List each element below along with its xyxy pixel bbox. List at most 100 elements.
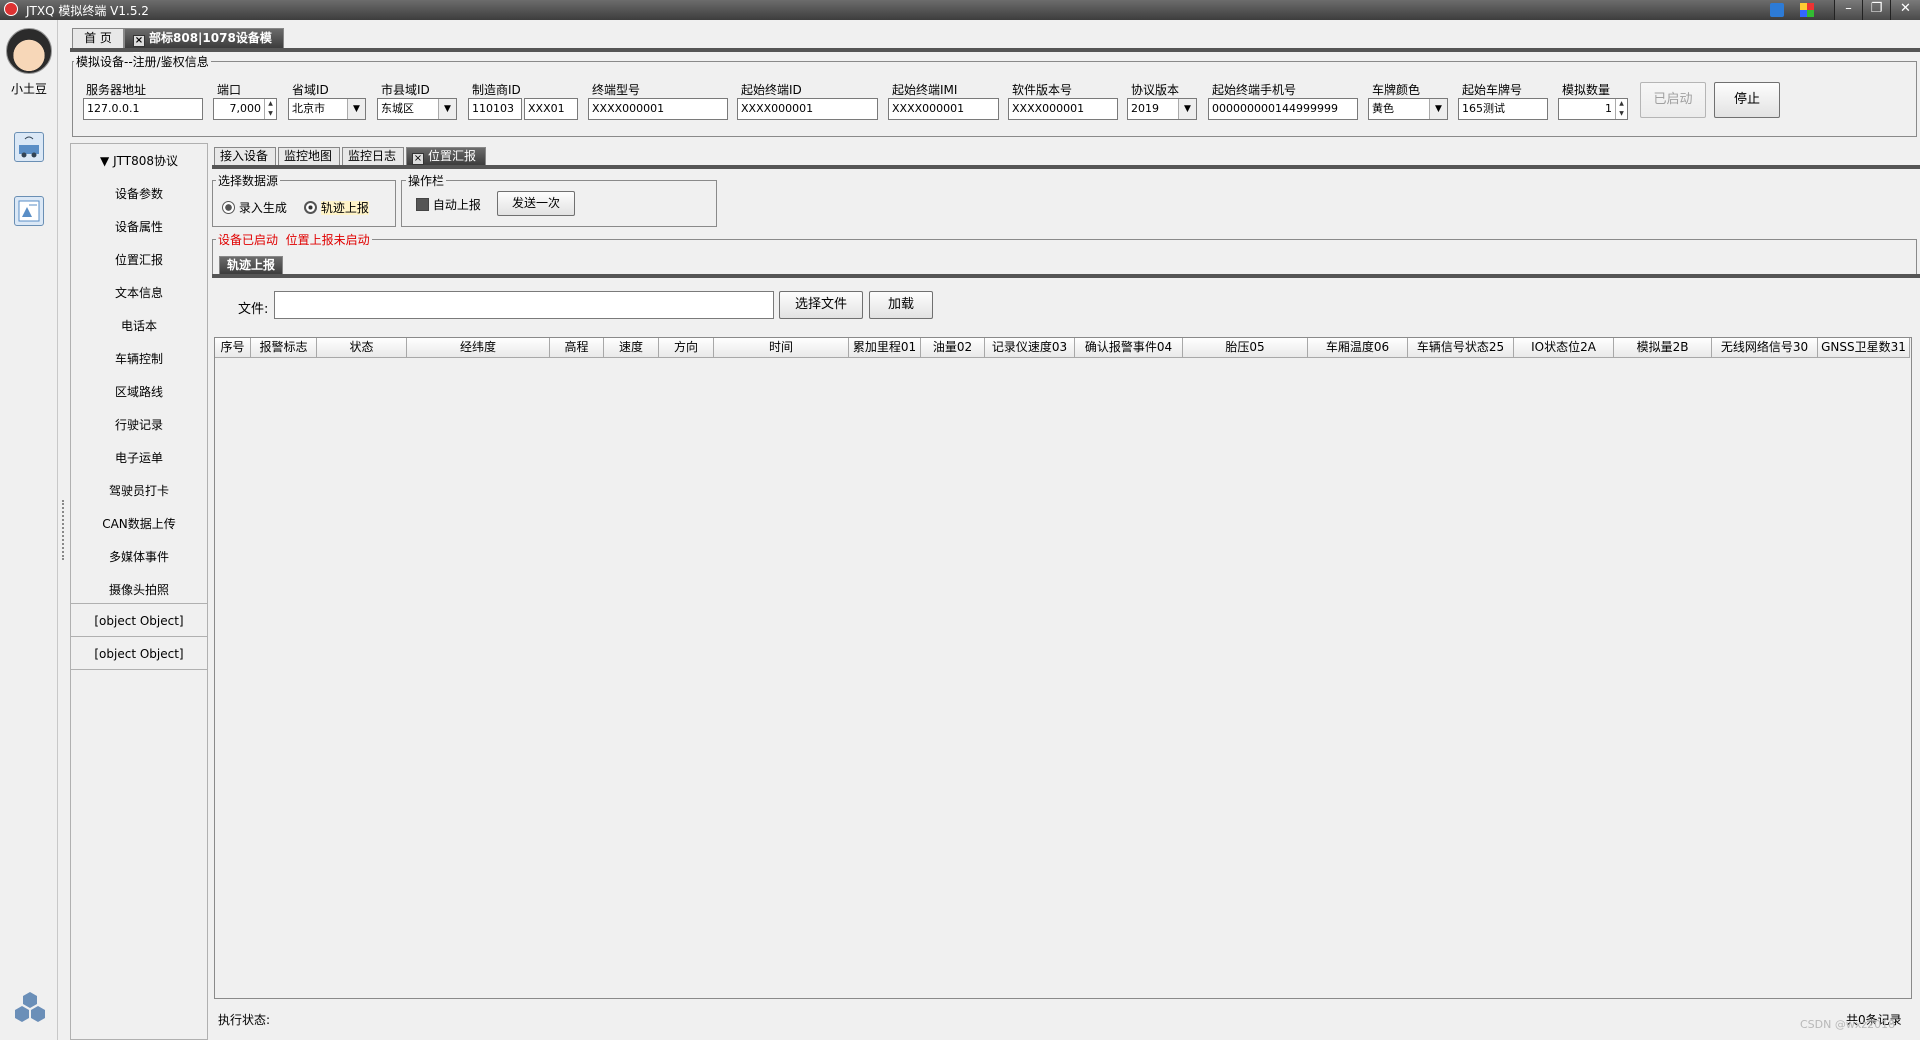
- tab-close-icon[interactable]: ×: [412, 153, 424, 165]
- track-data-table[interactable]: 序号 报警标志 状态 经纬度 高程 速度 方向 时间 累加里程01 油量02 记…: [214, 337, 1912, 999]
- phone-input[interactable]: 000000000144999999: [1208, 98, 1358, 120]
- minimize-button[interactable]: –: [1834, 0, 1862, 20]
- tree-item-device-params[interactable]: 设备参数: [71, 185, 207, 202]
- chevron-down-icon[interactable]: ▼: [347, 99, 365, 119]
- tree-item-device-attrs[interactable]: 设备属性: [71, 218, 207, 235]
- chevron-down-icon[interactable]: ▼: [438, 99, 456, 119]
- col-signal-status25[interactable]: 车辆信号状态25: [1408, 338, 1514, 358]
- plate-number-input[interactable]: 165测试: [1458, 98, 1548, 120]
- tree-item-phonebook[interactable]: 电话本: [71, 317, 207, 334]
- tree-divider: [71, 636, 207, 637]
- hexagon-menu-icon[interactable]: [12, 990, 48, 1026]
- tab-track-report[interactable]: 轨迹上报: [219, 256, 283, 274]
- tab-home[interactable]: 首 页: [72, 28, 124, 48]
- server-address-input[interactable]: 127.0.0.1: [83, 98, 203, 120]
- city-select[interactable]: 东城区 ▼: [377, 98, 457, 120]
- vehicle-icon[interactable]: [14, 132, 44, 162]
- map-icon[interactable]: [14, 196, 44, 226]
- started-button[interactable]: 已启动: [1640, 82, 1706, 118]
- tree-item-driving-record[interactable]: 行驶记录: [71, 416, 207, 433]
- col-fuel02[interactable]: 油量02: [921, 338, 985, 358]
- col-alarm-flag[interactable]: 报警标志: [251, 338, 317, 358]
- left-icon-bar: 小土豆: [0, 20, 58, 1040]
- tab-close-icon[interactable]: ×: [133, 35, 145, 47]
- load-button[interactable]: 加载: [869, 291, 933, 319]
- col-status[interactable]: 状态: [317, 338, 407, 358]
- checkbox-icon[interactable]: [416, 198, 429, 211]
- tree-item-can-upload[interactable]: CAN数据上传: [71, 515, 207, 532]
- col-io-status2a[interactable]: IO状态位2A: [1514, 338, 1614, 358]
- exec-status-label: 执行状态:: [218, 1013, 271, 1027]
- tree-item-area-route[interactable]: 区域路线: [71, 383, 207, 400]
- tab-location-report[interactable]: × 位置汇报: [406, 147, 486, 165]
- choose-file-button[interactable]: 选择文件: [779, 291, 863, 319]
- pin-icon[interactable]: [1770, 3, 1784, 17]
- file-path-input[interactable]: [274, 291, 774, 319]
- tab-monitor-map[interactable]: 监控地图: [278, 147, 340, 165]
- col-mileage01[interactable]: 累加里程01: [849, 338, 921, 358]
- tree-item-location-report[interactable]: 位置汇报: [71, 251, 207, 268]
- tab-device-sim[interactable]: ×部标808|1078设备模拟: [124, 28, 284, 63]
- device-register-group-title: 模拟设备--注册/鉴权信息: [74, 53, 211, 70]
- avatar[interactable]: [6, 28, 52, 74]
- radio-icon[interactable]: [222, 201, 235, 214]
- col-confirm-alarm04[interactable]: 确认报警事件04: [1075, 338, 1183, 358]
- sub-tab-line: [212, 165, 1920, 169]
- software-version-input[interactable]: XXXX000001: [1008, 98, 1118, 120]
- send-once-button[interactable]: 发送一次: [497, 191, 575, 216]
- col-recorder-speed03[interactable]: 记录仪速度03: [985, 338, 1075, 358]
- col-speed[interactable]: 速度: [604, 338, 659, 358]
- tree-item-camera-photo[interactable]: 摄像头拍照: [71, 581, 207, 598]
- device-status-text: 设备已启动 位置上报未启动: [216, 231, 372, 248]
- tab-access-device[interactable]: 接入设备: [214, 147, 276, 165]
- terminal-id-input[interactable]: XXXX000001: [737, 98, 878, 120]
- terminal-imei-input[interactable]: XXXX000001: [888, 98, 999, 120]
- file-label: 文件:: [238, 302, 269, 317]
- theme-icon[interactable]: [1800, 3, 1814, 17]
- close-button[interactable]: ✕: [1890, 0, 1920, 20]
- protocol-version-select[interactable]: 2019 ▼: [1127, 98, 1197, 120]
- tree-group-jtt808[interactable]: ▼ JTT808协议: [71, 152, 207, 169]
- col-lnglat[interactable]: 经纬度: [407, 338, 550, 358]
- spin-arrows-icon[interactable]: ▲ ▼: [264, 99, 276, 119]
- maker-code-input[interactable]: XXX01: [524, 98, 578, 120]
- panel-border-left: [212, 240, 213, 274]
- province-label: 省域ID: [292, 83, 329, 97]
- maker-id-input[interactable]: 110103: [468, 98, 522, 120]
- province-select[interactable]: 北京市 ▼: [288, 98, 366, 120]
- col-time[interactable]: 时间: [714, 338, 849, 358]
- app-icon: [4, 2, 18, 16]
- tab-monitor-log[interactable]: 监控日志: [342, 147, 404, 165]
- tree-group-jtt1078[interactable]: [object Object]: [71, 614, 207, 628]
- terminal-model-input[interactable]: XXXX000001: [588, 98, 728, 120]
- col-wireless-signal30[interactable]: 无线网络信号30: [1712, 338, 1818, 358]
- col-altitude[interactable]: 高程: [550, 338, 604, 358]
- tree-item-text-info[interactable]: 文本信息: [71, 284, 207, 301]
- col-analog2b[interactable]: 模拟量2B: [1614, 338, 1712, 358]
- chevron-down-icon[interactable]: ▼: [1429, 99, 1447, 119]
- tree-item-driver-checkin[interactable]: 驾驶员打卡: [71, 482, 207, 499]
- protocol-version-label: 协议版本: [1131, 83, 1180, 97]
- plate-color-select[interactable]: 黄色 ▼: [1368, 98, 1448, 120]
- port-stepper[interactable]: 7,000 ▲ ▼: [213, 98, 277, 120]
- tree-item-multimedia-event[interactable]: 多媒体事件: [71, 548, 207, 565]
- col-tire-pressure05[interactable]: 胎压05: [1183, 338, 1308, 358]
- auto-report-checkbox[interactable]: 自动上报: [416, 196, 481, 213]
- col-cabin-temp06[interactable]: 车厢温度06: [1308, 338, 1408, 358]
- tree-item-e-waybill[interactable]: 电子运单: [71, 449, 207, 466]
- sim-count-stepper[interactable]: 1 ▲ ▼: [1558, 98, 1628, 120]
- col-direction[interactable]: 方向: [659, 338, 714, 358]
- col-seq[interactable]: 序号: [215, 338, 251, 358]
- splitter-handle[interactable]: [62, 500, 65, 560]
- tree-group-local-standard[interactable]: [object Object]: [71, 647, 207, 661]
- tree-item-vehicle-control[interactable]: 车辆控制: [71, 350, 207, 367]
- radio-manual-entry[interactable]: 录入生成: [222, 199, 287, 216]
- spin-arrows-icon[interactable]: ▲ ▼: [1615, 99, 1627, 119]
- col-gnss-sats31[interactable]: GNSS卫星数31: [1818, 338, 1910, 358]
- radio-icon[interactable]: [304, 201, 317, 214]
- chevron-down-icon[interactable]: ▼: [1178, 99, 1196, 119]
- server-address-label: 服务器地址: [86, 83, 147, 97]
- restore-button[interactable]: ❐: [1862, 0, 1890, 20]
- radio-track-report[interactable]: 轨迹上报: [304, 199, 369, 216]
- stop-button[interactable]: 停止: [1714, 82, 1780, 118]
